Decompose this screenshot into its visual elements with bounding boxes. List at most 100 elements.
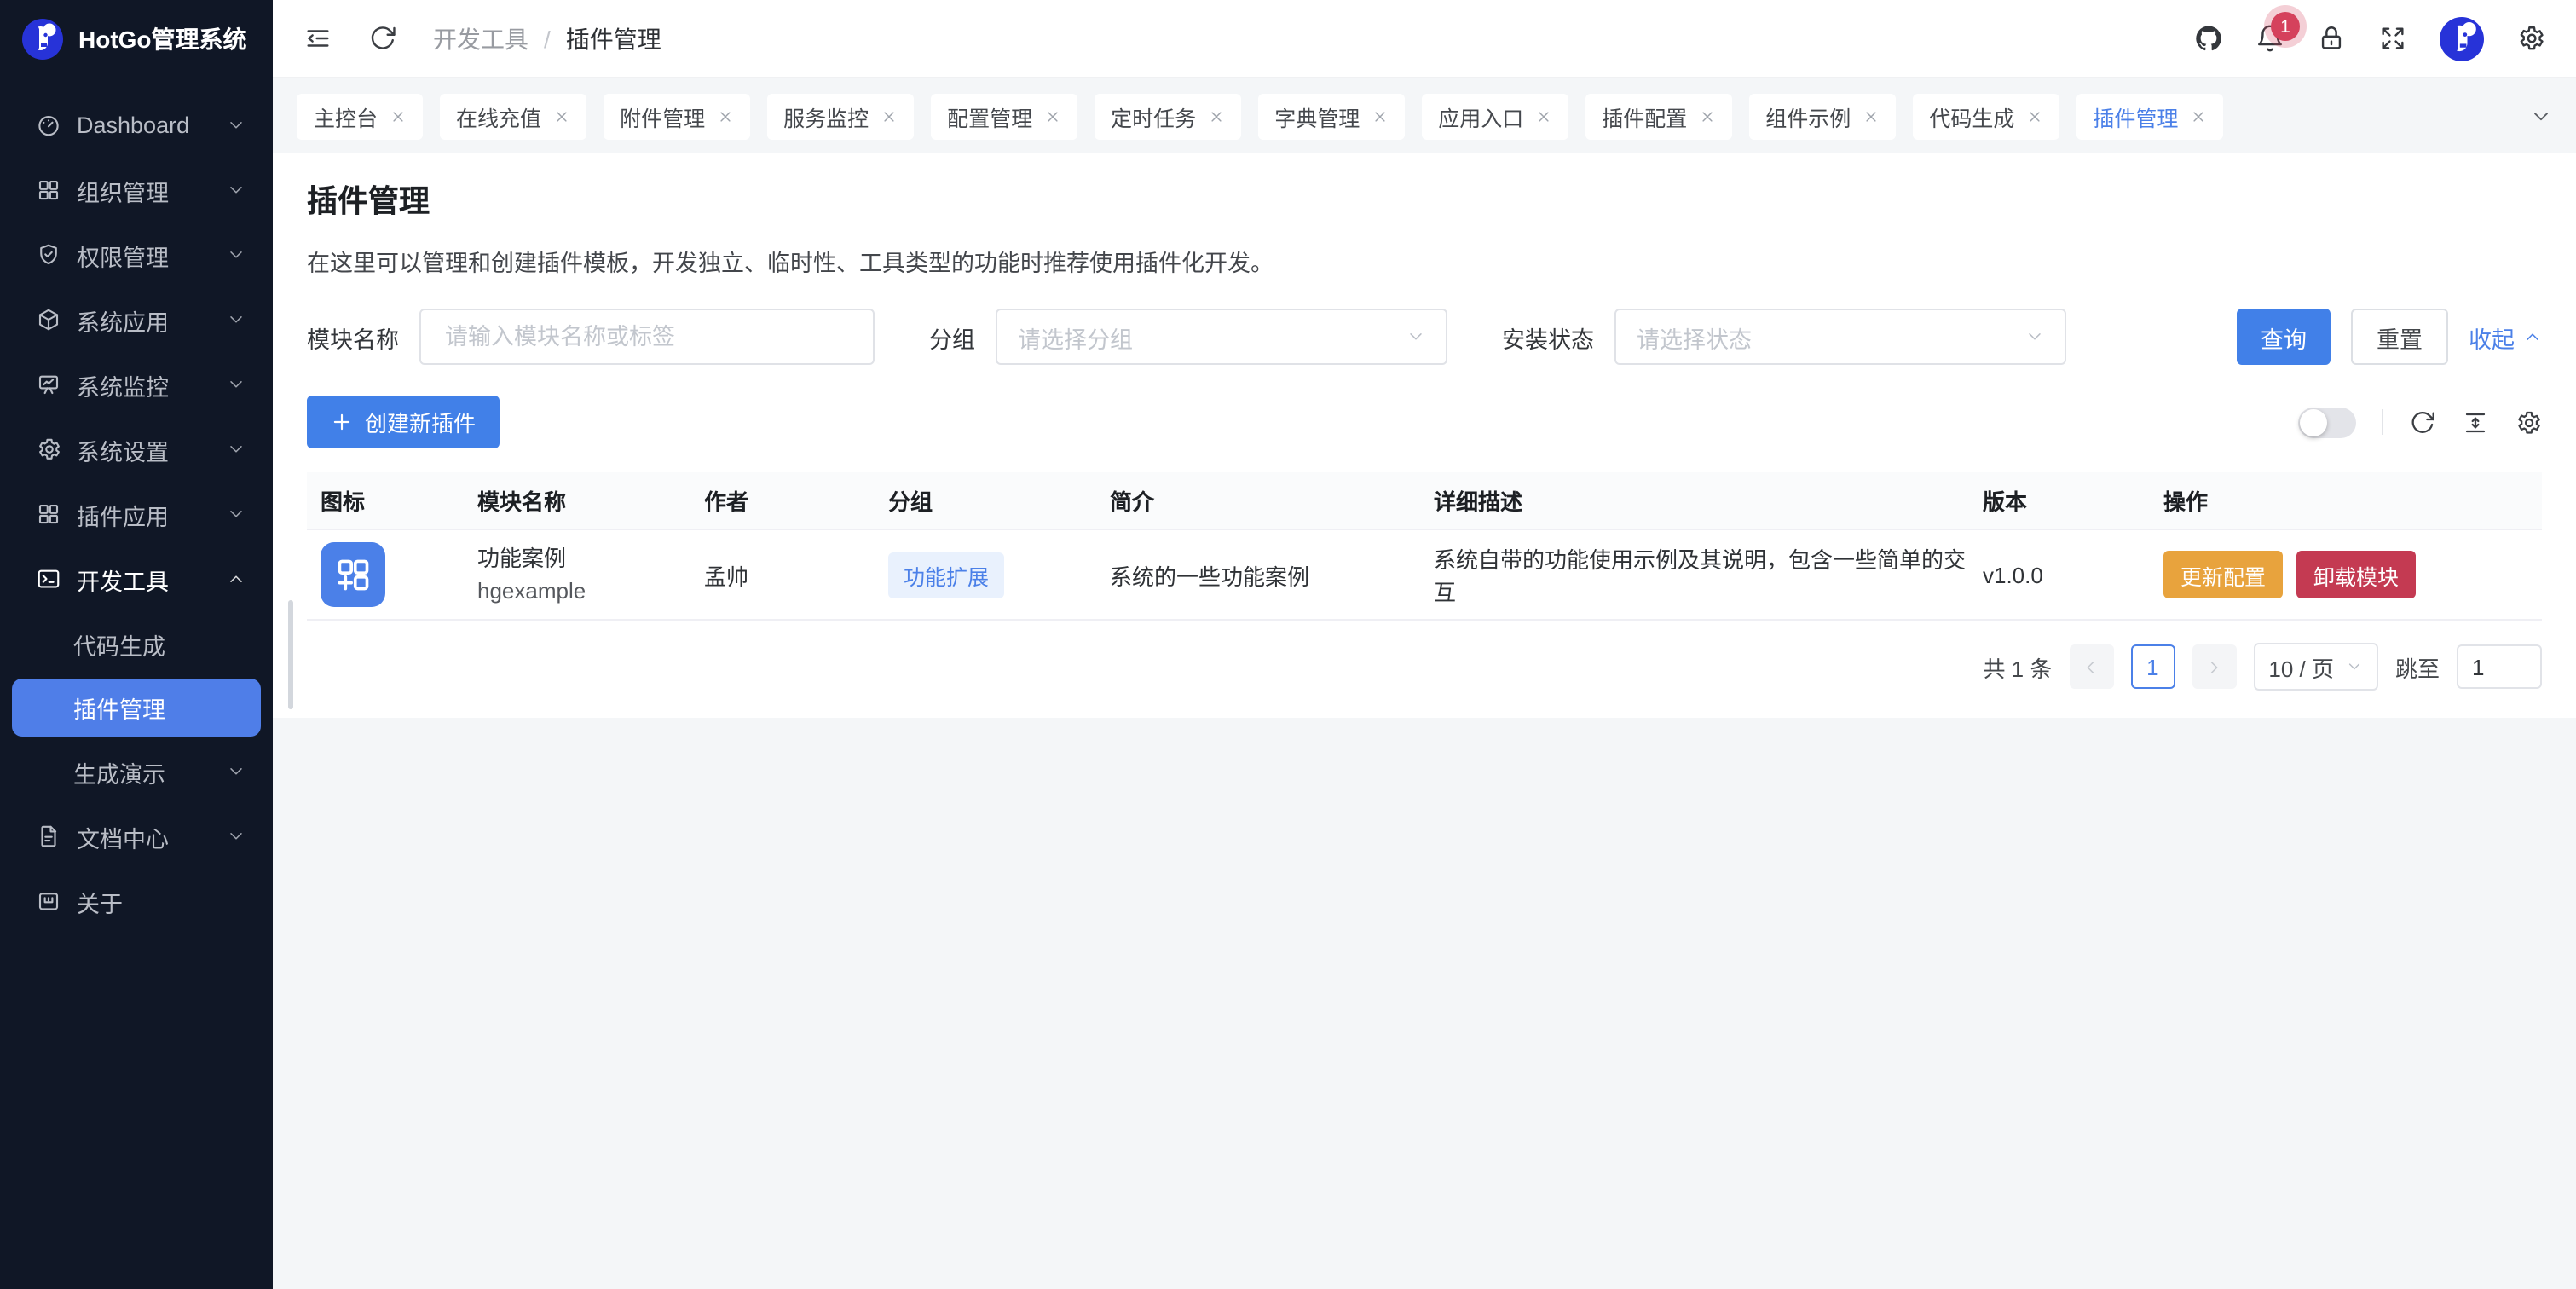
grid-icon (36, 501, 61, 527)
group-select[interactable]: 请选择分组 (996, 309, 1447, 365)
sidebar-item-label: 插件管理 (73, 691, 165, 725)
column-header: 分组 (875, 484, 1096, 517)
tab-close-icon[interactable] (1044, 108, 1060, 124)
tab-label: 主控台 (314, 100, 378, 132)
open-tabs: 主控台 在线充值 附件管理 服务监控 (297, 93, 2516, 139)
tab[interactable]: 代码生成 (1912, 93, 2059, 139)
page-size-select[interactable]: 10 / 页 (2253, 643, 2378, 691)
create-plugin-label: 创建新插件 (365, 406, 476, 438)
next-page-button[interactable] (2192, 644, 2236, 689)
sidebar-item[interactable]: 代码生成 (0, 612, 273, 675)
chevron-down-icon (2346, 658, 2363, 675)
settings-gear-icon[interactable] (2516, 24, 2545, 53)
reset-button[interactable]: 重置 (2351, 309, 2448, 365)
tab-close-icon[interactable] (1372, 108, 1387, 124)
chev-up-icon (227, 569, 245, 588)
tab-label: 组件示例 (1765, 100, 1851, 132)
sidebar-item[interactable]: 系统设置 (0, 418, 273, 481)
notifications-bell-icon[interactable]: 1 (2255, 24, 2284, 53)
breadcrumb-parent[interactable]: 开发工具 (433, 21, 528, 55)
github-icon[interactable] (2194, 24, 2223, 53)
sidebar-item-label: 权限管理 (77, 238, 169, 272)
sidebar-item[interactable]: 文档中心 (0, 805, 273, 868)
tab[interactable]: 附件管理 (603, 93, 749, 139)
app-logo-row[interactable]: HotGo管理系统 (0, 0, 273, 78)
filter-actions: 查询 重置 收起 (2237, 309, 2542, 365)
chevron-up-icon (2523, 327, 2542, 346)
collapse-sidebar-icon[interactable] (303, 24, 332, 53)
tab-label: 在线充值 (456, 100, 541, 132)
avatar[interactable] (2440, 16, 2484, 61)
tab-close-icon[interactable] (553, 108, 569, 124)
table-tools (2298, 407, 2542, 437)
jump-to-input[interactable] (2457, 644, 2542, 689)
sidebar-item[interactable]: 权限管理 (0, 223, 273, 286)
main-area: 开发工具 / 插件管理 1 主控台 (273, 0, 2576, 1289)
tab[interactable]: 主控台 (297, 93, 422, 139)
sidebar-item[interactable]: 插件管理 (12, 679, 261, 737)
tab-close-icon[interactable] (881, 108, 896, 124)
update-config-button[interactable]: 更新配置 (2163, 551, 2283, 598)
column-settings-gear-icon[interactable] (2515, 408, 2542, 436)
module-name-cell: 功能案例 hgexample (464, 542, 690, 607)
tab[interactable]: 在线充值 (439, 93, 586, 139)
tab[interactable]: 插件管理 (2076, 93, 2222, 139)
fullscreen-icon[interactable] (2378, 24, 2407, 53)
tab-close-icon[interactable] (1208, 108, 1223, 124)
collapse-filters-link[interactable]: 收起 (2469, 320, 2542, 354)
sidebar-item[interactable]: 系统应用 (0, 288, 273, 351)
notification-badge: 1 (2271, 12, 2300, 41)
tab[interactable]: 组件示例 (1748, 93, 1895, 139)
refresh-table-icon[interactable] (2409, 408, 2436, 436)
tab[interactable]: 定时任务 (1094, 93, 1240, 139)
tab[interactable]: 字典管理 (1257, 93, 1404, 139)
sidebar-item[interactable]: 开发工具 (0, 547, 273, 610)
tab-close-icon[interactable] (2026, 108, 2042, 124)
monitor-icon (36, 372, 61, 397)
sidebar-item[interactable]: 组织管理 (0, 159, 273, 222)
module-name: 功能案例 (477, 542, 690, 575)
breadcrumb-separator: / (544, 25, 551, 52)
reload-icon[interactable] (368, 24, 397, 53)
create-plugin-button[interactable]: 创建新插件 (307, 396, 500, 448)
sidebar-item[interactable]: 系统监控 (0, 353, 273, 416)
sidebar-item[interactable]: 关于 (0, 870, 273, 933)
sidebar-item[interactable]: 插件应用 (0, 483, 273, 546)
striped-toggle[interactable] (2298, 407, 2356, 437)
chev-down-icon (227, 827, 245, 846)
module-name-label: 模块名称 (307, 320, 399, 354)
tab-close-icon[interactable] (1863, 108, 1878, 124)
tab[interactable]: 应用入口 (1421, 93, 1568, 139)
plus-icon (331, 411, 353, 433)
tab[interactable]: 插件配置 (1585, 93, 1731, 139)
tabs-dropdown-icon[interactable] (2530, 105, 2552, 127)
tab-close-icon[interactable] (717, 108, 732, 124)
column-header: 作者 (690, 484, 875, 517)
divider (2382, 409, 2383, 435)
sidebar-menu: Dashboard 组织管理 权限管理 系统应用 (0, 78, 273, 933)
tab-label: 配置管理 (947, 100, 1032, 132)
tab-close-icon[interactable] (390, 108, 405, 124)
lock-screen-icon[interactable] (2317, 24, 2346, 53)
shield-icon (36, 242, 61, 268)
scrollbar-thumb[interactable] (288, 600, 293, 709)
density-icon[interactable] (2462, 408, 2489, 436)
tab-close-icon[interactable] (2190, 108, 2205, 124)
plugin-tile-icon (321, 542, 385, 607)
tab-label: 插件管理 (2093, 100, 2178, 132)
tab-close-icon[interactable] (1699, 108, 1714, 124)
author-cell: 孟帅 (690, 558, 875, 591)
sidebar-item[interactable]: 生成演示 (0, 740, 273, 803)
current-page-button[interactable]: 1 (2130, 644, 2175, 689)
chevron-down-icon (1406, 327, 1425, 346)
sidebar-item[interactable]: Dashboard (0, 94, 273, 157)
module-name-input[interactable] (442, 322, 852, 351)
search-button[interactable]: 查询 (2237, 309, 2331, 365)
uninstall-module-button[interactable]: 卸载模块 (2296, 551, 2416, 598)
tab[interactable]: 服务监控 (766, 93, 913, 139)
prev-page-button[interactable] (2069, 644, 2113, 689)
chev-down-icon (227, 116, 245, 135)
tab[interactable]: 配置管理 (930, 93, 1077, 139)
install-status-select[interactable]: 请选择状态 (1614, 309, 2066, 365)
tab-close-icon[interactable] (1535, 108, 1551, 124)
